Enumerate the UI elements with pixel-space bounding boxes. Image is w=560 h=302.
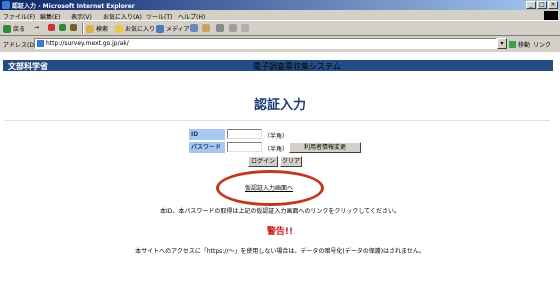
stop-button[interactable] bbox=[48, 24, 55, 31]
back-button[interactable]: 戻る bbox=[3, 24, 25, 33]
media-icon bbox=[156, 24, 164, 33]
menu-view[interactable]: 表示(V) bbox=[71, 12, 92, 21]
user-info-change-button[interactable]: 利用者情報変更 bbox=[289, 142, 361, 153]
password-hint: （半角） bbox=[264, 146, 289, 153]
favorites-label: お気に入り bbox=[125, 26, 156, 33]
ministry-name: 文部科学省 bbox=[8, 62, 48, 71]
media-label: メディア bbox=[166, 26, 190, 33]
print-icon bbox=[216, 24, 224, 32]
page-icon bbox=[37, 40, 44, 47]
toolbar-separator bbox=[82, 23, 84, 34]
favorites-icon bbox=[115, 24, 123, 33]
id-input[interactable] bbox=[227, 129, 262, 139]
warning-title: 警告!! bbox=[266, 227, 294, 237]
ie-logo-icon bbox=[2, 1, 10, 9]
edit-icon bbox=[229, 24, 237, 32]
home-button[interactable] bbox=[70, 24, 77, 31]
links-button[interactable]: リンク bbox=[533, 40, 551, 49]
address-dropdown-button[interactable]: ▾ bbox=[497, 38, 507, 49]
go-button[interactable]: 移動 bbox=[509, 40, 530, 49]
windows-logo-icon bbox=[544, 11, 558, 20]
menu-tools[interactable]: ツール(T) bbox=[146, 12, 172, 21]
close-button[interactable]: × bbox=[548, 1, 558, 9]
refresh-button[interactable] bbox=[59, 24, 66, 31]
page-title: 認証入力 bbox=[253, 98, 306, 113]
page-content: 文部科学省 電子調査票収集システム 認証入力 ID （半角） パスワード （半角… bbox=[0, 52, 560, 302]
refresh-icon bbox=[59, 24, 66, 31]
media-button[interactable]: メディア bbox=[156, 24, 190, 33]
minimize-button[interactable]: _ bbox=[526, 1, 536, 9]
back-label: 戻る bbox=[13, 26, 26, 33]
history-button[interactable] bbox=[190, 24, 198, 32]
menu-file[interactable]: ファイル(F) bbox=[3, 12, 35, 21]
maximize-button[interactable]: □ bbox=[537, 1, 547, 9]
system-name: 電子調査票収集システム bbox=[253, 62, 341, 71]
go-label: 移動 bbox=[518, 42, 531, 49]
favorites-button[interactable]: お気に入り bbox=[115, 24, 155, 33]
login-button[interactable]: ログイン bbox=[248, 156, 278, 167]
header-bar: 文部科学省 電子調査票収集システム bbox=[3, 60, 553, 71]
go-arrow-icon bbox=[509, 41, 516, 48]
id-label: ID bbox=[189, 129, 225, 140]
address-label: アドレス(D) bbox=[3, 42, 37, 49]
menu-help[interactable]: ヘルプ(H) bbox=[178, 12, 205, 21]
search-icon bbox=[86, 24, 94, 33]
menu-favorites[interactable]: お気に入り(A) bbox=[103, 12, 142, 21]
password-input[interactable] bbox=[227, 142, 262, 152]
address-url: http://survey.mext.go.jp/ak/ bbox=[46, 40, 129, 47]
window-title: 認証入力 - Microsoft Internet Explorer bbox=[12, 3, 135, 10]
messenger-icon bbox=[241, 24, 249, 32]
toolbar: 戻る → 検索 お気に入り メディア bbox=[0, 21, 560, 36]
instruction-text: 本ID、本パスワードの取得は上記の仮認証入力画面へのリンクをクリックしてください… bbox=[159, 208, 401, 215]
title-bar: 認証入力 - Microsoft Internet Explorer _ □ × bbox=[0, 0, 560, 10]
history-icon bbox=[190, 24, 198, 32]
divider bbox=[5, 120, 550, 121]
temp-auth-link[interactable]: 仮認証入力画面へ bbox=[245, 183, 293, 192]
forward-arrow-icon: → bbox=[34, 24, 40, 31]
forward-button[interactable]: → bbox=[34, 24, 39, 31]
warning-text: 本サイトへのアクセスに「https://～」を使用しない場合は、データの暗号化(… bbox=[135, 248, 425, 255]
password-label: パスワード bbox=[189, 142, 225, 153]
messenger-button[interactable] bbox=[241, 24, 249, 32]
home-icon bbox=[70, 24, 77, 31]
search-button[interactable]: 検索 bbox=[86, 24, 108, 33]
address-bar: アドレス(D) http://survey.mext.go.jp/ak/ ▾ 移… bbox=[0, 37, 560, 50]
stop-icon bbox=[48, 24, 55, 31]
menu-bar: ファイル(F) 編集(E) 表示(V) お気に入り(A) ツール(T) ヘルプ(… bbox=[0, 10, 560, 21]
mail-button[interactable] bbox=[202, 24, 210, 32]
search-label: 検索 bbox=[96, 26, 109, 33]
print-button[interactable] bbox=[216, 24, 224, 32]
back-arrow-icon bbox=[3, 24, 11, 33]
id-hint: （半角） bbox=[264, 133, 289, 140]
clear-button[interactable]: クリア bbox=[280, 156, 302, 167]
address-input[interactable]: http://survey.mext.go.jp/ak/ bbox=[34, 38, 497, 49]
mail-icon bbox=[202, 24, 210, 32]
edit-button[interactable] bbox=[229, 24, 237, 32]
menu-edit[interactable]: 編集(E) bbox=[40, 12, 60, 21]
